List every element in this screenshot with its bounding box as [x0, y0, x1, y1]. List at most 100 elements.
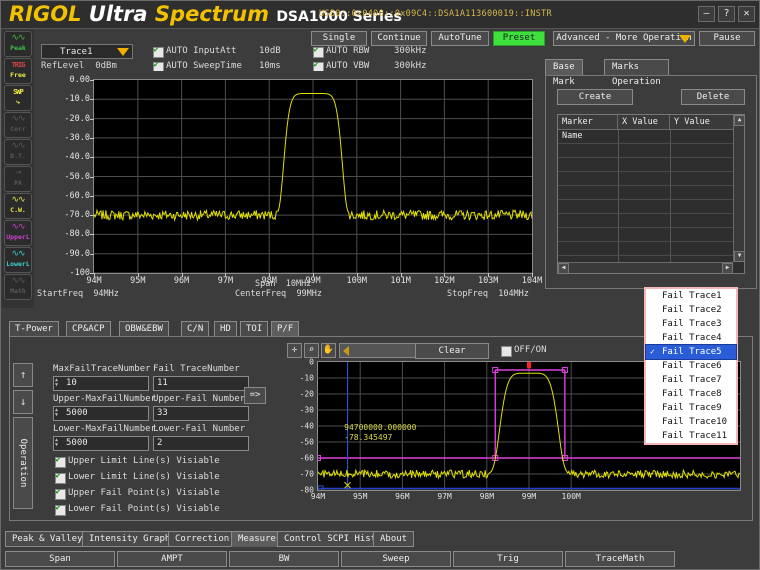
minimize-icon[interactable]: —	[698, 6, 715, 22]
lower-maxfailnumber-input[interactable]: ▲▼ 5000	[53, 436, 149, 451]
close-icon[interactable]: ✕	[738, 6, 755, 22]
tab-p-f[interactable]: P/F	[271, 321, 299, 337]
scroll-right-icon[interactable]: ▶	[722, 263, 733, 274]
autotune-button[interactable]: AutoTune	[431, 31, 489, 46]
continue-button[interactable]: Continue	[371, 31, 427, 46]
operation-vertical-tab[interactable]: Operation	[13, 417, 33, 509]
detector-type-icon[interactable]: ∿∿ D.T.	[4, 139, 32, 165]
trigger-free-icon[interactable]: TRIG Free	[4, 58, 32, 84]
y-axis-tick-label: -80.0	[44, 229, 90, 239]
dropdown-item-fail-trace5[interactable]: ✓ Fail Trace5	[646, 345, 736, 359]
failtracenumber-input[interactable]: 11	[153, 376, 249, 391]
continuous-wave-icon[interactable]: ∿∿ C.W.	[4, 193, 32, 219]
table-row[interactable]	[558, 200, 744, 214]
scroll-down-icon[interactable]: ▼	[734, 251, 745, 262]
tracemath-button[interactable]: TraceMath	[565, 551, 675, 567]
dropdown-item-fail-trace3[interactable]: Fail Trace3	[646, 317, 736, 331]
main-plot-area[interactable]: 0.00-10.0-20.0-30.0-40.0-50.0-60.0-70.0-…	[93, 79, 533, 274]
spinner-icon[interactable]: ▲▼	[55, 378, 63, 389]
peak-icon[interactable]: ∿∿ Peak	[4, 31, 32, 57]
span-button[interactable]: Span	[5, 551, 115, 567]
tab-t-power[interactable]: T-Power	[9, 321, 59, 337]
spinner-icon[interactable]: ▲▼	[55, 438, 63, 449]
table-row[interactable]	[558, 228, 744, 242]
tab-cp-acp[interactable]: CP&ACP	[66, 321, 111, 337]
table-row[interactable]	[558, 130, 744, 144]
crosshair-icon[interactable]: ✛	[287, 343, 302, 358]
tab-base-mark[interactable]: Base Mark	[545, 59, 583, 76]
lower-limit-line-visible-checkbox[interactable]: Lower Limit Line(s) Visiable	[55, 472, 220, 483]
upper-failnumber-input[interactable]: 33	[153, 406, 249, 421]
table-row[interactable]	[558, 172, 744, 186]
upper-maxfailnumber-input[interactable]: ▲▼ 5000	[53, 406, 149, 421]
trace-select-dropdown[interactable]: Trace1	[41, 44, 133, 59]
dropdown-item-fail-trace9[interactable]: Fail Trace9	[646, 401, 736, 415]
ampt-button[interactable]: AMPT	[117, 551, 227, 567]
clear-button[interactable]: Clear	[415, 343, 489, 359]
table-row[interactable]	[558, 144, 744, 158]
table-row[interactable]	[558, 242, 744, 256]
x-axis-tick	[138, 273, 139, 277]
spinner-icon[interactable]: ▲▼	[55, 408, 63, 419]
dropdown-item-fail-trace10[interactable]: Fail Trace10	[646, 415, 736, 429]
tab-obw-ebw[interactable]: OBW&EBW	[119, 321, 169, 337]
zoom-icon[interactable]: ⌕	[304, 343, 319, 358]
create-marker-button[interactable]: Create	[557, 89, 633, 105]
delete-marker-button[interactable]: Delete	[681, 89, 745, 105]
lower-fail-point-visible-checkbox[interactable]: Lower Fail Point(s) Visiable	[55, 504, 220, 515]
advanced-operation-dropdown[interactable]: Advanced - More Operation	[553, 31, 695, 46]
dropdown-item-fail-trace6[interactable]: Fail Trace6	[646, 359, 736, 373]
auto-rbw-checkbox[interactable]: AUTO RBW	[313, 46, 369, 57]
scroll-left-icon[interactable]: ◀	[558, 263, 569, 274]
scroll-up-button[interactable]: ↑	[13, 363, 33, 387]
dropdown-item-fail-trace7[interactable]: Fail Trace7	[646, 373, 736, 387]
table-row[interactable]	[558, 158, 744, 172]
dropdown-item-fail-trace11[interactable]: Fail Trace11	[646, 429, 736, 443]
sweep-button[interactable]: Sweep	[341, 551, 451, 567]
dropdown-item-fail-trace1[interactable]: Fail Trace1	[646, 289, 736, 303]
offon-checkbox[interactable]: OFF/ON	[501, 345, 547, 356]
table-row[interactable]	[558, 214, 744, 228]
sweep-icon[interactable]: SWP ⤷	[4, 85, 32, 111]
dropdown-item-fail-trace4[interactable]: Fail Trace4	[646, 331, 736, 345]
apply-button[interactable]: =>	[244, 387, 266, 404]
marker-table-hscrollbar[interactable]: ◀ ▶	[558, 262, 733, 273]
tab-correction[interactable]: Correction	[168, 531, 236, 547]
tab-intensity-graph[interactable]: Intensity Graph	[82, 531, 177, 547]
tab-marks-operation[interactable]: Marks Operation	[604, 59, 669, 76]
tab-peak-and-valley[interactable]: Peak & Valley	[5, 531, 89, 547]
bw-button[interactable]: BW	[229, 551, 339, 567]
pause-button[interactable]: Pause	[699, 31, 755, 46]
upper-fail-point-visible-checkbox[interactable]: Upper Fail Point(s) Visiable	[55, 488, 220, 499]
lower-limit-icon[interactable]: ∿∿ LowerL	[4, 247, 32, 273]
scroll-up-icon[interactable]: ▲	[734, 115, 745, 126]
trace-math-icon[interactable]: ∿∿ Math	[4, 274, 32, 300]
tab-c-n[interactable]: C/N	[181, 321, 209, 337]
correction-icon[interactable]: ∿∿ Corr	[4, 112, 32, 138]
trace-select-value: Trace1	[60, 47, 93, 57]
tab-measure[interactable]: Measure	[231, 531, 283, 547]
lower-failnumber-input[interactable]: 2	[153, 436, 249, 451]
maxfailtracenumber-input[interactable]: ▲▼ 10	[53, 376, 149, 391]
tab-hd[interactable]: HD	[214, 321, 237, 337]
fail-trace-dropdown-list[interactable]: Fail Trace1 Fail Trace2 Fail Trace3 Fail…	[644, 287, 738, 445]
pan-hand-icon[interactable]: ✋	[321, 343, 336, 358]
tab-toi[interactable]: TOI	[240, 321, 268, 337]
preamp-icon[interactable]: ⊸ PA	[4, 166, 32, 192]
auto-inputatt-checkbox[interactable]: AUTO InputAtt	[153, 46, 236, 57]
dropdown-item-fail-trace8[interactable]: Fail Trace8	[646, 387, 736, 401]
single-button[interactable]: Single	[311, 31, 367, 46]
table-row[interactable]	[558, 186, 744, 200]
tab-about[interactable]: About	[373, 531, 414, 547]
preset-button[interactable]: Preset	[493, 31, 545, 46]
dropdown-item-fail-trace5-label: Fail Trace5	[662, 347, 722, 357]
trig-button[interactable]: Trig	[453, 551, 563, 567]
help-icon[interactable]: ?	[718, 6, 735, 22]
scroll-down-button[interactable]: ↓	[13, 390, 33, 414]
dropdown-item-fail-trace2[interactable]: Fail Trace2	[646, 303, 736, 317]
marker-table-vscrollbar[interactable]: ▲ ▼	[733, 115, 744, 262]
slider-left-icon[interactable]	[343, 346, 349, 356]
marker-table[interactable]: Marker Name X Value Y Value ▲ ▼ ◀ ▶	[557, 114, 745, 274]
upper-limit-icon[interactable]: ∿∿ UpperL	[4, 220, 32, 246]
upper-limit-line-visible-checkbox[interactable]: Upper Limit Line(s) Visiable	[55, 456, 220, 467]
